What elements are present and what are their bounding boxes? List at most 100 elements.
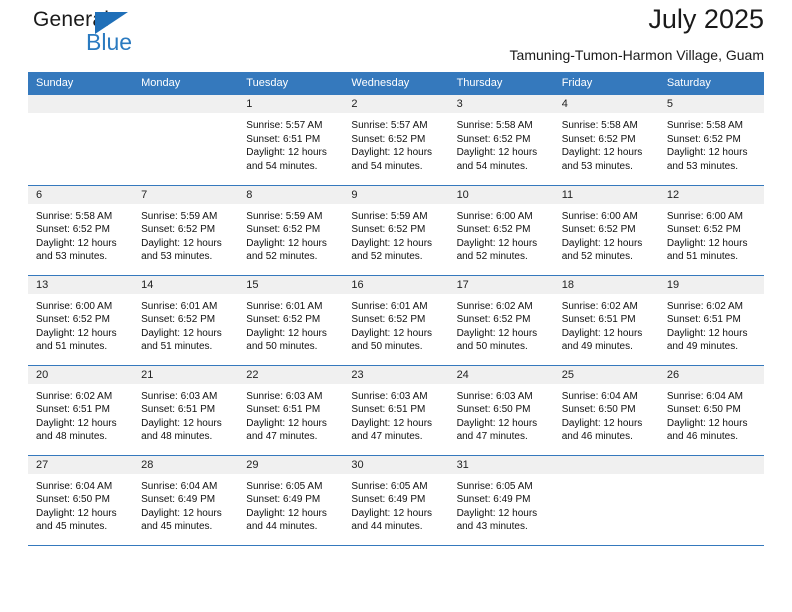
- daylight-text-line1: Daylight: 12 hours: [246, 417, 327, 429]
- calendar-day-cell[interactable]: 20 Sunrise: 6:02 AM Sunset: 6:51 PM Dayligh…: [28, 364, 134, 455]
- sunrise-text: Sunrise: 6:02 AM: [666, 300, 743, 312]
- calendar-day-cell[interactable]: 10 Sunrise: 6:00 AM Sunset: 6:52 PM Dayligh…: [448, 184, 554, 275]
- sunrise-text: Sunrise: 5:59 AM: [246, 210, 323, 222]
- calendar-day-cell[interactable]: 16 Sunrise: 6:01 AM Sunset: 6:52 PM Dayligh…: [343, 274, 449, 365]
- daylight-text-line2: and 49 minutes.: [561, 341, 633, 352]
- sunrise-text: Sunrise: 6:02 AM: [456, 300, 533, 312]
- sunset-text: Sunset: 6:51 PM: [561, 314, 636, 325]
- day-details: Sunrise: 5:58 AM Sunset: 6:52 PM Daylight:…: [554, 113, 659, 173]
- sunrise-text: Sunrise: 5:57 AM: [246, 120, 323, 131]
- daylight-text-line1: Daylight: 12 hours: [36, 327, 117, 339]
- weekday-header-monday: Monday: [133, 72, 239, 95]
- calendar-day-cell[interactable]: 1 Sunrise: 5:57 AM Sunset: 6:51 PM Daylight…: [238, 95, 344, 185]
- calendar-day-cell[interactable]: 5 Sunrise: 5:58 AM Sunset: 6:52 PM Daylight…: [658, 95, 764, 185]
- daylight-text-line2: and 51 minutes.: [36, 341, 108, 352]
- calendar-day-cell[interactable]: 8 Sunrise: 5:59 AM Sunset: 6:52 PM Daylight…: [238, 184, 344, 275]
- daylight-text-line2: and 43 minutes.: [456, 521, 528, 532]
- sunrise-text: Sunrise: 5:58 AM: [456, 120, 533, 131]
- day-details: Sunrise: 6:01 AM Sunset: 6:52 PM Daylight:…: [238, 294, 343, 354]
- sunset-text: Sunset: 6:52 PM: [36, 224, 110, 235]
- daylight-text-line1: Daylight: 12 hours: [666, 417, 748, 429]
- sunset-text: Sunset: 6:52 PM: [456, 133, 531, 145]
- calendar-day-cell[interactable]: 26 Sunrise: 6:04 AM Sunset: 6:50 PM Dayligh…: [658, 364, 764, 455]
- day-number: 12: [658, 185, 764, 204]
- day-number: 6: [28, 185, 134, 204]
- sunrise-text: Sunrise: 6:03 AM: [456, 390, 533, 402]
- day-details: Sunrise: 5:58 AM Sunset: 6:52 PM Daylight:…: [449, 113, 554, 173]
- calendar-week-row: 6 Sunrise: 5:58 AM Sunset: 6:52 PM Daylight…: [28, 184, 764, 275]
- sunset-text: Sunset: 6:49 PM: [141, 494, 216, 505]
- day-number: [133, 95, 239, 113]
- day-details: Sunrise: 6:02 AM Sunset: 6:52 PM Daylight:…: [449, 294, 554, 354]
- daylight-text-line1: Daylight: 12 hours: [666, 327, 748, 339]
- calendar-header-row: Sunday Monday Tuesday Wednesday Thursday…: [28, 72, 764, 95]
- daylight-text-line1: Daylight: 12 hours: [246, 237, 327, 249]
- calendar-day-cell[interactable]: 18 Sunrise: 6:02 AM Sunset: 6:51 PM Dayligh…: [553, 274, 659, 365]
- sunrise-text: Sunrise: 6:00 AM: [36, 300, 113, 312]
- calendar-day-cell[interactable]: 28 Sunrise: 6:04 AM Sunset: 6:49 PM Dayligh…: [133, 454, 239, 545]
- day-details: Sunrise: 5:58 AM Sunset: 6:52 PM Daylight:…: [659, 113, 764, 173]
- calendar-day-cell[interactable]: 13 Sunrise: 6:00 AM Sunset: 6:52 PM Dayligh…: [28, 274, 134, 365]
- daylight-text-line1: Daylight: 12 hours: [246, 327, 327, 339]
- calendar-day-cell[interactable]: 23 Sunrise: 6:03 AM Sunset: 6:51 PM Dayligh…: [343, 364, 449, 455]
- daylight-text-line1: Daylight: 12 hours: [246, 507, 327, 519]
- sunrise-text: Sunrise: 5:57 AM: [351, 120, 428, 131]
- sunrise-text: Sunrise: 6:03 AM: [141, 390, 218, 402]
- calendar-day-cell[interactable]: 30 Sunrise: 6:05 AM Sunset: 6:49 PM Dayligh…: [343, 454, 449, 545]
- calendar-day-cell[interactable]: 4 Sunrise: 5:58 AM Sunset: 6:52 PM Daylight…: [553, 95, 659, 185]
- sunrise-text: Sunrise: 6:00 AM: [666, 210, 743, 222]
- calendar-day-cell[interactable]: 24 Sunrise: 6:03 AM Sunset: 6:50 PM Dayligh…: [448, 364, 554, 455]
- day-number: 31: [448, 455, 554, 474]
- day-details: Sunrise: 6:04 AM Sunset: 6:50 PM Daylight:…: [28, 474, 133, 534]
- weekday-header-sunday: Sunday: [28, 72, 134, 95]
- calendar-day-cell[interactable]: 15 Sunrise: 6:01 AM Sunset: 6:52 PM Dayligh…: [238, 274, 344, 365]
- daylight-text-line2: and 54 minutes.: [246, 160, 318, 172]
- sunset-text: Sunset: 6:52 PM: [141, 224, 216, 235]
- day-details: Sunrise: 5:59 AM Sunset: 6:52 PM Daylight:…: [343, 204, 448, 264]
- calendar-day-cell[interactable]: 9 Sunrise: 5:59 AM Sunset: 6:52 PM Daylight…: [343, 184, 449, 275]
- calendar-day-cell[interactable]: 6 Sunrise: 5:58 AM Sunset: 6:52 PM Daylight…: [28, 184, 134, 275]
- calendar-day-cell[interactable]: 12 Sunrise: 6:00 AM Sunset: 6:52 PM Dayligh…: [658, 184, 764, 275]
- calendar-day-cell[interactable]: 19 Sunrise: 6:02 AM Sunset: 6:51 PM Dayligh…: [658, 274, 764, 365]
- day-number: 28: [133, 455, 239, 474]
- day-number: 21: [133, 365, 239, 384]
- calendar-day-cell[interactable]: 29 Sunrise: 6:05 AM Sunset: 6:49 PM Dayligh…: [238, 454, 344, 545]
- daylight-text-line2: and 44 minutes.: [351, 521, 423, 532]
- sunrise-text: Sunrise: 6:02 AM: [561, 300, 638, 312]
- calendar-day-cell[interactable]: 11 Sunrise: 6:00 AM Sunset: 6:52 PM Dayligh…: [553, 184, 659, 275]
- day-details: Sunrise: 5:59 AM Sunset: 6:52 PM Daylight:…: [133, 204, 238, 264]
- calendar-day-cell[interactable]: 31 Sunrise: 6:05 AM Sunset: 6:49 PM Dayligh…: [448, 454, 554, 545]
- day-number: 11: [553, 185, 659, 204]
- calendar-empty-cell: [28, 95, 134, 185]
- calendar-day-cell[interactable]: 7 Sunrise: 5:59 AM Sunset: 6:52 PM Daylight…: [133, 184, 239, 275]
- calendar-day-cell[interactable]: 25 Sunrise: 6:04 AM Sunset: 6:50 PM Dayligh…: [553, 364, 659, 455]
- title-block: July 2025 Tamuning-Tumon-Harmon Village,…: [510, 0, 764, 66]
- daylight-text-line2: and 45 minutes.: [141, 521, 213, 532]
- calendar-day-cell[interactable]: 3 Sunrise: 5:58 AM Sunset: 6:52 PM Daylight…: [448, 95, 554, 185]
- day-details: Sunrise: 6:02 AM Sunset: 6:51 PM Daylight:…: [659, 294, 764, 354]
- sunset-text: Sunset: 6:50 PM: [36, 494, 110, 505]
- daylight-text-line2: and 46 minutes.: [666, 431, 739, 442]
- calendar-page: General Blue July 2025 Tamuning-Tumon-Ha…: [0, 0, 792, 612]
- calendar-day-cell[interactable]: 14 Sunrise: 6:01 AM Sunset: 6:52 PM Dayligh…: [133, 274, 239, 365]
- sunset-text: Sunset: 6:51 PM: [36, 404, 110, 415]
- daylight-text-line1: Daylight: 12 hours: [351, 237, 433, 249]
- calendar-day-cell[interactable]: 27 Sunrise: 6:04 AM Sunset: 6:50 PM Dayligh…: [28, 454, 134, 545]
- daylight-text-line2: and 53 minutes.: [666, 160, 739, 172]
- sunrise-text: Sunrise: 5:59 AM: [351, 210, 428, 222]
- day-number: 10: [448, 185, 554, 204]
- calendar-week-row: 13 Sunrise: 6:00 AM Sunset: 6:52 PM Dayligh…: [28, 274, 764, 365]
- calendar-day-cell[interactable]: 22 Sunrise: 6:03 AM Sunset: 6:51 PM Dayligh…: [238, 364, 344, 455]
- sunset-text: Sunset: 6:50 PM: [561, 404, 636, 415]
- generalblue-logo[interactable]: General Blue: [28, 8, 168, 60]
- day-details: Sunrise: 6:00 AM Sunset: 6:52 PM Daylight:…: [28, 294, 133, 354]
- calendar-day-cell[interactable]: 2 Sunrise: 5:57 AM Sunset: 6:52 PM Daylight…: [343, 95, 449, 185]
- sunrise-text: Sunrise: 6:05 AM: [456, 480, 533, 492]
- day-number: 9: [343, 185, 449, 204]
- daylight-text-line2: and 52 minutes.: [351, 251, 423, 262]
- day-details: Sunrise: 6:03 AM Sunset: 6:51 PM Daylight:…: [343, 384, 448, 444]
- daylight-text-line2: and 53 minutes.: [36, 251, 108, 262]
- calendar-day-cell[interactable]: 21 Sunrise: 6:03 AM Sunset: 6:51 PM Dayligh…: [133, 364, 239, 455]
- sunset-text: Sunset: 6:52 PM: [141, 314, 216, 325]
- calendar-day-cell[interactable]: 17 Sunrise: 6:02 AM Sunset: 6:52 PM Dayligh…: [448, 274, 554, 365]
